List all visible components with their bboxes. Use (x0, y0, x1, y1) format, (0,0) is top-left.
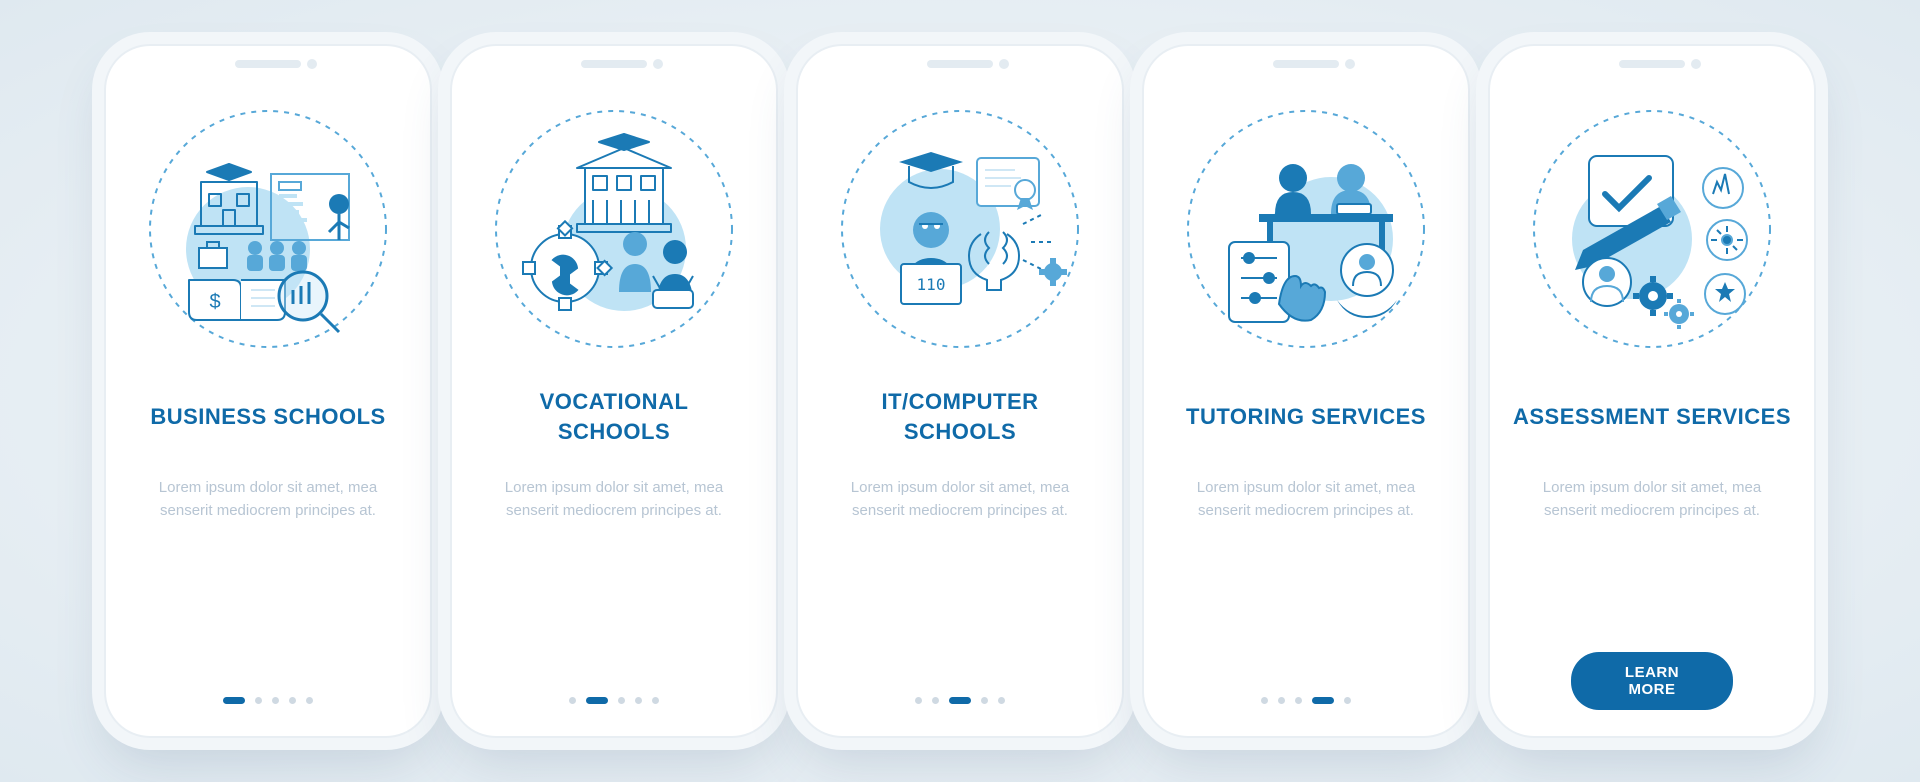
screen-description: Lorem ipsum dolor sit amet, mea senserit… (1522, 476, 1782, 523)
phone-notch (581, 60, 647, 68)
dot[interactable] (1344, 697, 1351, 704)
dot[interactable] (1278, 697, 1285, 704)
dot[interactable] (981, 697, 988, 704)
phone-notch (1273, 60, 1339, 68)
assessment-services-illustration (1527, 104, 1777, 354)
screen-description: Lorem ipsum dolor sit amet, mea senserit… (1176, 476, 1436, 523)
phone-assessment-services: ASSESSMENT SERVICES Lorem ipsum dolor si… (1490, 46, 1814, 736)
dot[interactable] (998, 697, 1005, 704)
dot[interactable] (652, 697, 659, 704)
dot[interactable] (255, 697, 262, 704)
screen-title: IT/COMPUTER SCHOOLS (881, 382, 1038, 452)
dot-active[interactable] (1312, 697, 1334, 704)
tutoring-services-illustration (1181, 104, 1431, 354)
phone-it-computer-schools: 110 IT/COMPUTER SCHOOLS Lorem ipsum dolo… (798, 46, 1122, 736)
screen-description: Lorem ipsum dolor sit amet, mea senserit… (830, 476, 1090, 523)
dot[interactable] (932, 697, 939, 704)
screen-title: VOCATIONAL SCHOOLS (540, 382, 689, 452)
phone-notch (927, 60, 993, 68)
phone-business-schools: $ BUSINESS SCHOOLS Lorem ipsum dolor sit… (106, 46, 430, 736)
dot[interactable] (635, 697, 642, 704)
business-schools-illustration: $ (143, 104, 393, 354)
dot[interactable] (306, 697, 313, 704)
learn-more-button[interactable]: LEARN MORE (1571, 652, 1733, 710)
vocational-schools-illustration (489, 104, 739, 354)
dot[interactable] (618, 697, 625, 704)
page-indicator (1261, 697, 1351, 704)
phone-vocational-schools: VOCATIONAL SCHOOLS Lorem ipsum dolor sit… (452, 46, 776, 736)
it-computer-schools-illustration: 110 (835, 104, 1085, 354)
dot-active[interactable] (223, 697, 245, 704)
dot[interactable] (1295, 697, 1302, 704)
dot[interactable] (915, 697, 922, 704)
dot[interactable] (1261, 697, 1268, 704)
screen-description: Lorem ipsum dolor sit amet, mea senserit… (138, 476, 398, 523)
page-indicator (569, 697, 659, 704)
svg-text:$: $ (209, 291, 220, 313)
phone-notch (1619, 60, 1685, 68)
screen-title: ASSESSMENT SERVICES (1513, 382, 1791, 452)
dot-active[interactable] (949, 697, 971, 704)
phones-row: $ BUSINESS SCHOOLS Lorem ipsum dolor sit… (106, 46, 1814, 736)
screen-title: BUSINESS SCHOOLS (150, 382, 385, 452)
phone-notch (235, 60, 301, 68)
dot[interactable] (569, 697, 576, 704)
page-indicator (223, 697, 313, 704)
screen-description: Lorem ipsum dolor sit amet, mea senserit… (484, 476, 744, 523)
svg-text:110: 110 (917, 275, 946, 294)
phone-tutoring-services: TUTORING SERVICES Lorem ipsum dolor sit … (1144, 46, 1468, 736)
screen-title: TUTORING SERVICES (1186, 382, 1426, 452)
dot-active[interactable] (586, 697, 608, 704)
page-indicator (915, 697, 1005, 704)
dot[interactable] (272, 697, 279, 704)
dot[interactable] (289, 697, 296, 704)
